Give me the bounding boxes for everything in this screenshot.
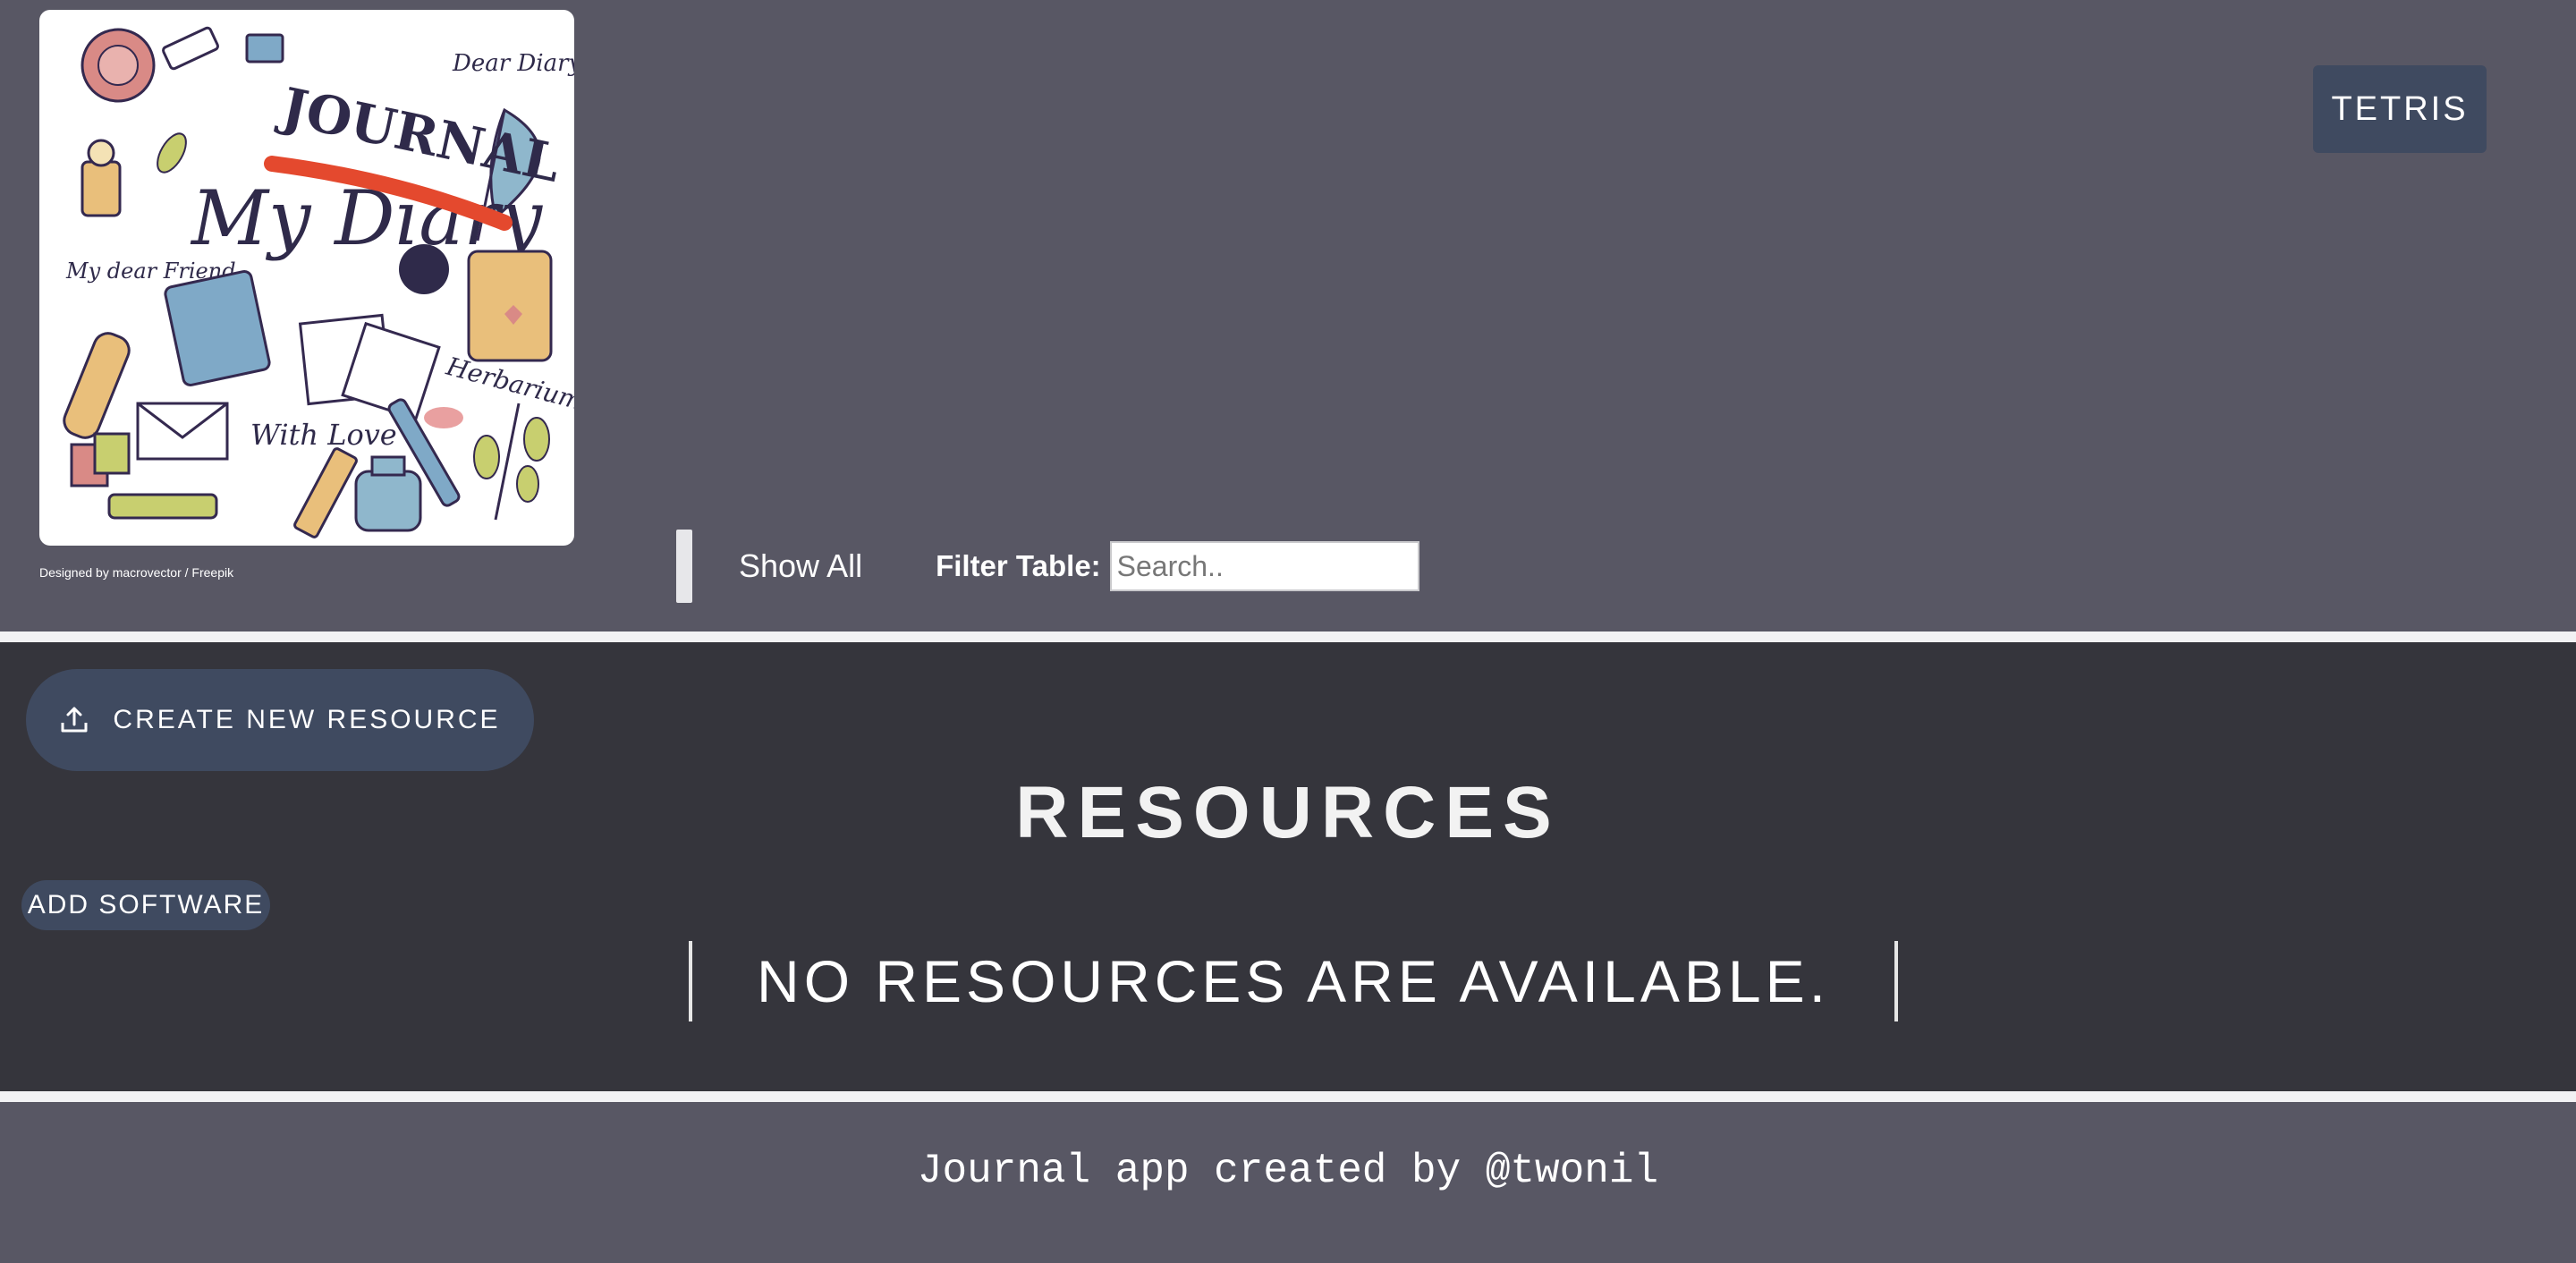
create-new-resource-label: CREATE NEW RESOURCE <box>113 705 501 734</box>
filter-table-label: Filter Table: <box>936 549 1101 582</box>
empty-state: NO RESOURCES ARE AVAILABLE. <box>689 941 1898 1021</box>
tetris-button[interactable]: TETRIS <box>2313 65 2487 153</box>
main-content: CREATE NEW RESOURCE RESOURCES ADD SOFTWA… <box>0 642 2576 1091</box>
footer-credit: Journal app created by @twonil <box>917 1148 1659 1194</box>
footer-divider <box>0 1091 2576 1102</box>
upload-icon <box>61 707 88 733</box>
add-software-button[interactable]: ADD SOFTWARE <box>21 880 270 930</box>
page-footer: Journal app created by @twonil <box>0 1102 2576 1263</box>
create-new-resource-button[interactable]: CREATE NEW RESOURCE <box>26 669 534 771</box>
filter-bar: Show All Filter Table: <box>676 530 1419 603</box>
logo-dear-diary-text: Dear Diary <box>452 50 574 77</box>
empty-message: NO RESOURCES ARE AVAILABLE. <box>757 948 1830 1014</box>
show-all-link[interactable]: Show All <box>739 547 862 585</box>
page-header: JOURNAL My Diary Dear Diary My dear Frie… <box>0 0 2576 632</box>
header-divider <box>0 632 2576 642</box>
image-credit: Designed by macrovector / Freepik <box>39 565 234 580</box>
logo-with-love-text: With Love <box>250 418 397 452</box>
filter-bar-handle <box>676 530 692 603</box>
page-title: RESOURCES <box>1015 772 1561 853</box>
search-input[interactable] <box>1109 541 1419 591</box>
journal-logo-image: JOURNAL My Diary Dear Diary My dear Frie… <box>39 10 574 546</box>
